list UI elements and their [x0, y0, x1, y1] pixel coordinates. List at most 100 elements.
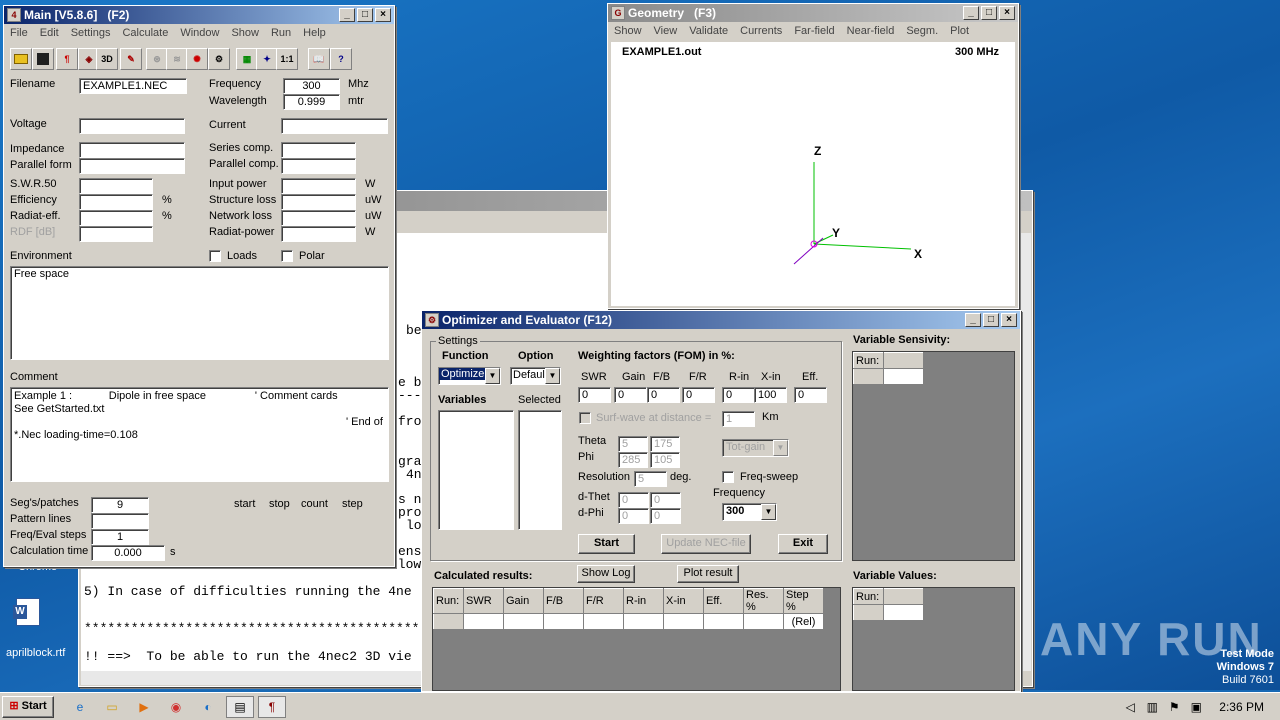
wf-rin-field[interactable]: 0	[722, 387, 755, 403]
optimize-icon[interactable]: ⊛	[146, 48, 168, 70]
plot-result-button[interactable]: Plot result	[677, 565, 739, 583]
geo-menu-far-field[interactable]: Far-field	[788, 25, 840, 37]
smith-icon[interactable]: ✦	[256, 48, 278, 70]
freq-sweep-checkbox[interactable]	[722, 471, 734, 483]
minimize-icon[interactable]: _	[339, 8, 355, 22]
geo-menu-segm[interactable]: Segm.	[900, 25, 944, 37]
taskbar-4nec2[interactable]: ¶	[258, 695, 286, 718]
structure-loss-field[interactable]	[281, 194, 356, 210]
loads-checkbox[interactable]	[209, 250, 221, 262]
action-center-icon[interactable]: ▣	[1187, 696, 1205, 718]
edit-icon[interactable]: ✎	[120, 48, 142, 70]
dthet-field-1[interactable]: 0	[618, 492, 649, 508]
option-select[interactable]: Defaul ▼	[510, 367, 561, 385]
wf-fb-field[interactable]: 0	[647, 387, 680, 403]
wf-swr-field[interactable]: 0	[578, 387, 611, 403]
sweep-icon[interactable]: ≋	[166, 48, 188, 70]
series-comp-field[interactable]	[281, 142, 356, 158]
maximize-icon[interactable]: □	[357, 8, 373, 22]
phi-stop-field[interactable]: 105	[650, 452, 680, 468]
wavelength-field[interactable]: 0.999	[283, 94, 340, 110]
rdf-field[interactable]	[79, 226, 153, 242]
sensitivity-grid[interactable]: Run:	[852, 351, 1015, 561]
geo-menu-currents[interactable]: Currents	[734, 25, 788, 37]
menu-file[interactable]: File	[4, 27, 34, 39]
menu-show[interactable]: Show	[225, 27, 265, 39]
ie-icon[interactable]: e	[66, 696, 94, 718]
speaker-icon[interactable]: ◁	[1121, 696, 1139, 718]
wf-eff-field[interactable]: 0	[794, 387, 827, 403]
media-player-icon[interactable]: ▶	[130, 696, 158, 718]
optimizer-close-icon[interactable]: ×	[1001, 313, 1017, 327]
resolution-field[interactable]: 5	[634, 471, 667, 487]
wf-gain-field[interactable]: 0	[614, 387, 647, 403]
explorer-icon[interactable]: ▭	[98, 696, 126, 718]
taskbar-window-1[interactable]: ▤	[226, 695, 254, 718]
geo-menu-validate[interactable]: Validate	[683, 25, 734, 37]
voltage-field[interactable]	[79, 118, 185, 134]
frequency-field[interactable]: 300	[283, 78, 340, 94]
wf-xin-field[interactable]: 100	[754, 387, 787, 403]
network-icon[interactable]: ▥	[1143, 696, 1161, 718]
filename-field[interactable]: EXAMPLE1.NEC	[79, 78, 187, 94]
start-button[interactable]: Start	[578, 534, 635, 554]
chrome-icon[interactable]: ◉	[162, 696, 190, 718]
parallel-comp-field[interactable]	[281, 158, 356, 174]
freq-eval-field[interactable]: 1	[91, 529, 149, 545]
radiat-power-field[interactable]	[281, 226, 356, 242]
selected-list[interactable]	[518, 410, 562, 530]
pattern-icon[interactable]: ✺	[186, 48, 208, 70]
show-log-button[interactable]: Show Log	[577, 565, 635, 583]
values-grid[interactable]: Run:	[852, 587, 1015, 691]
geometry-maximize-icon[interactable]: □	[981, 6, 997, 20]
network-loss-field[interactable]	[281, 210, 356, 226]
scale-icon[interactable]: 1:1	[276, 48, 298, 70]
geo-menu-view[interactable]: View	[648, 25, 684, 37]
menu-help[interactable]: Help	[297, 27, 332, 39]
geometry-canvas[interactable]: EXAMPLE1.out 300 MHz Z Y X	[611, 42, 1015, 306]
save-icon[interactable]	[32, 48, 54, 70]
theta-stop-field[interactable]: 175	[650, 436, 680, 452]
dthet-field-2[interactable]: 0	[650, 492, 681, 508]
open-folder-icon[interactable]	[10, 48, 32, 70]
geo-menu-near-field[interactable]: Near-field	[841, 25, 901, 37]
efficiency-field[interactable]	[79, 194, 153, 210]
geo-menu-show[interactable]: Show	[608, 25, 648, 37]
menu-settings[interactable]: Settings	[65, 27, 117, 39]
environment-textarea[interactable]: Free space	[10, 266, 389, 360]
theta-start-field[interactable]: 5	[618, 436, 648, 452]
surf-distance-field[interactable]: 1	[722, 411, 755, 427]
function-select[interactable]: Optimize ▼	[438, 367, 501, 385]
menu-run[interactable]: Run	[265, 27, 297, 39]
radiat-eff-field[interactable]	[79, 210, 153, 226]
current-field[interactable]	[281, 118, 388, 134]
optimizer-minimize-icon[interactable]: _	[965, 313, 981, 327]
3d-view-icon[interactable]: 3D	[96, 48, 118, 70]
parallel-form-field[interactable]	[79, 158, 185, 174]
help-icon[interactable]: ?	[330, 48, 352, 70]
calc-time-field[interactable]: 0.000	[91, 545, 165, 561]
input-power-field[interactable]	[281, 178, 356, 194]
optimizer-maximize-icon[interactable]: □	[983, 313, 999, 327]
frequency-select[interactable]: 300 ▼	[722, 503, 777, 521]
book-icon[interactable]: 📖	[308, 48, 330, 70]
segs-field[interactable]: 9	[91, 497, 149, 513]
start-menu-button[interactable]: ⊞ Start	[2, 695, 54, 718]
geometry-close-icon[interactable]: ×	[999, 6, 1015, 20]
dphi-field-1[interactable]: 0	[618, 508, 649, 524]
dphi-field-2[interactable]: 0	[650, 508, 681, 524]
variables-list[interactable]	[438, 410, 514, 530]
menu-calculate[interactable]: Calculate	[116, 27, 174, 39]
results-grid[interactable]: Run: SWR Gain F/B F/R R-in X-in Eff. Res…	[432, 587, 841, 691]
settings-icon[interactable]: ⚙	[208, 48, 230, 70]
flag-icon[interactable]: ⚑	[1165, 696, 1183, 718]
exit-button[interactable]: Exit	[778, 534, 828, 554]
comment-textarea[interactable]: Example 1 : Dipole in free space ' Comme…	[10, 387, 389, 482]
close-icon[interactable]: ×	[375, 8, 391, 22]
desktop-icon-rtf-label[interactable]: aprilblock.rtf	[6, 647, 65, 659]
impedance-field[interactable]	[79, 142, 185, 158]
wf-fr-field[interactable]: 0	[682, 387, 715, 403]
surf-wave-checkbox[interactable]	[579, 412, 591, 424]
calculator-icon[interactable]: ▦	[236, 48, 258, 70]
update-nec-button[interactable]: Update NEC-file	[661, 534, 751, 554]
